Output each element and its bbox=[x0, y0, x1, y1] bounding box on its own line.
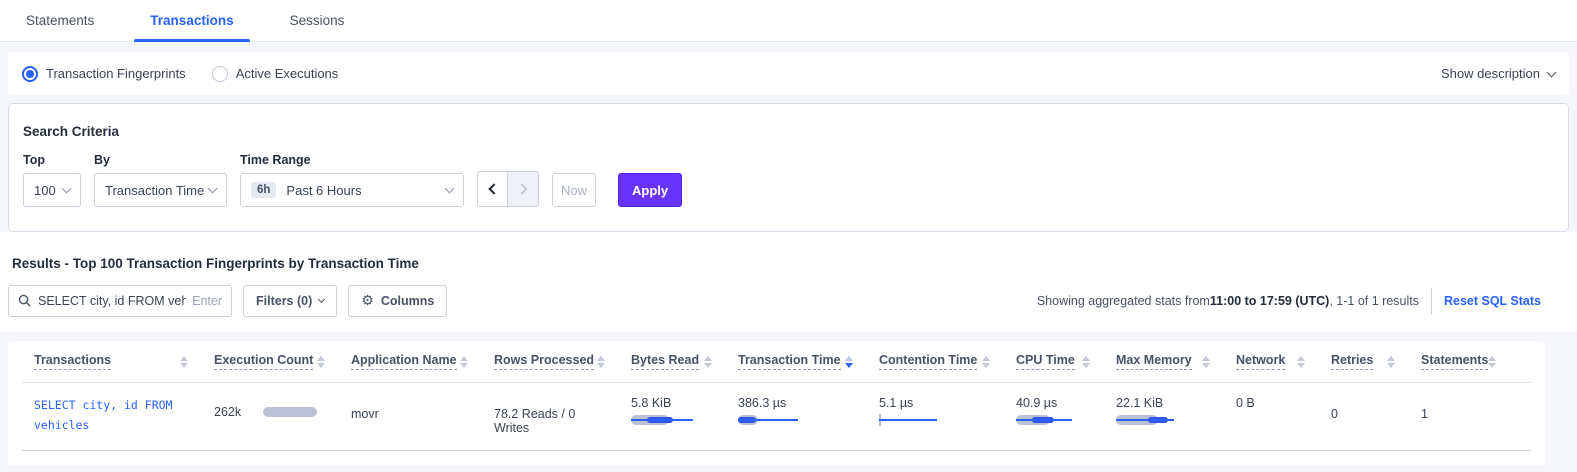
columns-label: Columns bbox=[381, 294, 434, 308]
apply-button[interactable]: Apply bbox=[618, 173, 682, 207]
radio-label: Active Executions bbox=[236, 66, 339, 81]
execution-count-bar bbox=[263, 407, 317, 417]
search-input[interactable]: SELECT city, id FROM vehicles W Enter bbox=[8, 285, 232, 317]
sort-icon[interactable] bbox=[460, 356, 468, 368]
chevron-down-icon bbox=[1547, 67, 1557, 77]
application-name-value: movr bbox=[351, 396, 494, 421]
radio-transaction-fingerprints[interactable]: Transaction Fingerprints bbox=[22, 66, 186, 82]
max-memory-value: 22.1 KiB bbox=[1116, 396, 1210, 410]
sort-icon[interactable] bbox=[1297, 356, 1305, 368]
rows-processed-value: 78.2 Reads / 0 Writes bbox=[494, 396, 631, 435]
column-header-transaction-time[interactable]: Transaction Time bbox=[738, 353, 879, 370]
by-select-value: Transaction Time bbox=[105, 183, 204, 198]
retries-value: 0 bbox=[1331, 396, 1421, 421]
search-icon bbox=[18, 294, 31, 307]
column-header-cpu-time[interactable]: CPU Time bbox=[1016, 353, 1116, 370]
radio-active-executions[interactable]: Active Executions bbox=[212, 66, 339, 82]
top-select[interactable]: 100 bbox=[23, 173, 81, 207]
chevron-left-icon bbox=[488, 183, 499, 194]
chevron-down-icon bbox=[318, 295, 325, 302]
column-header-execution-count[interactable]: Execution Count bbox=[214, 353, 351, 370]
gear-icon: ⚙ bbox=[361, 293, 374, 309]
column-header-bytes-read[interactable]: Bytes Read bbox=[631, 353, 738, 370]
transaction-time-bar bbox=[738, 415, 853, 427]
sort-icon[interactable] bbox=[704, 356, 712, 368]
columns-button[interactable]: ⚙ Columns bbox=[348, 285, 447, 317]
column-header-rows-processed[interactable]: Rows Processed bbox=[494, 353, 631, 370]
table-header-row: Transactions Execution Count Application… bbox=[22, 341, 1531, 383]
column-header-application-name[interactable]: Application Name bbox=[351, 353, 494, 370]
contention-time-bar bbox=[879, 415, 990, 427]
view-toggle-band: Transaction Fingerprints Active Executio… bbox=[8, 52, 1569, 95]
filters-button[interactable]: Filters (0) bbox=[243, 285, 337, 317]
chevron-down-icon bbox=[445, 184, 455, 194]
max-memory-bar bbox=[1116, 415, 1210, 427]
search-criteria-title: Search Criteria bbox=[23, 124, 1554, 139]
divider bbox=[1431, 288, 1432, 314]
column-header-statements[interactable]: Statements bbox=[1421, 353, 1516, 370]
sort-icon-descending[interactable] bbox=[845, 356, 853, 368]
transaction-fingerprint-link[interactable]: SELECT city, id FROM vehicles bbox=[34, 396, 199, 435]
cpu-time-bar bbox=[1016, 415, 1090, 427]
results-title: Results - Top 100 Transaction Fingerprin… bbox=[12, 256, 1577, 271]
bytes-read-bar bbox=[631, 415, 712, 427]
cpu-time-value: 40.9 µs bbox=[1016, 396, 1090, 410]
time-range-label: Time Range bbox=[240, 153, 464, 167]
reset-sql-stats-link[interactable]: Reset SQL Stats bbox=[1444, 294, 1541, 308]
tab-statements[interactable]: Statements bbox=[10, 0, 110, 41]
search-criteria-card: Search Criteria Top 100 By Transaction T… bbox=[8, 103, 1569, 232]
sort-icon[interactable] bbox=[1488, 356, 1496, 368]
time-range-value: Past 6 Hours bbox=[286, 183, 361, 198]
enter-hint: Enter bbox=[192, 294, 222, 308]
radio-selected-icon[interactable] bbox=[22, 66, 38, 82]
time-next-button[interactable] bbox=[508, 171, 539, 207]
radio-label: Transaction Fingerprints bbox=[46, 66, 186, 81]
radio-unselected-icon[interactable] bbox=[212, 66, 228, 82]
execution-count-value: 262k bbox=[214, 405, 241, 419]
stats-prefix: Showing aggregated stats from bbox=[1037, 294, 1210, 308]
tab-transactions[interactable]: Transactions bbox=[134, 0, 249, 41]
show-description-label: Show description bbox=[1441, 66, 1540, 81]
chevron-down-icon bbox=[62, 184, 72, 194]
table-row: SELECT city, id FROM vehicles 262k movr … bbox=[22, 383, 1531, 451]
sort-icon[interactable] bbox=[180, 356, 188, 368]
stats-summary: Showing aggregated stats from 11:00 to 1… bbox=[1037, 294, 1419, 308]
top-tab-bar: Statements Transactions Sessions bbox=[0, 0, 1577, 42]
tab-sessions[interactable]: Sessions bbox=[274, 0, 361, 41]
stats-suffix: , 1-1 of 1 results bbox=[1329, 294, 1419, 308]
top-label: Top bbox=[23, 153, 81, 167]
column-header-max-memory[interactable]: Max Memory bbox=[1116, 353, 1236, 370]
sort-icon[interactable] bbox=[1387, 356, 1395, 368]
transaction-time-value: 386.3 µs bbox=[738, 396, 853, 410]
sort-icon[interactable] bbox=[982, 356, 990, 368]
transactions-table: Transactions Execution Count Application… bbox=[8, 341, 1545, 466]
statements-value: 1 bbox=[1421, 396, 1516, 421]
top-select-value: 100 bbox=[34, 183, 56, 198]
now-button[interactable]: Now bbox=[552, 173, 596, 207]
column-header-contention-time[interactable]: Contention Time bbox=[879, 353, 1016, 370]
filters-label: Filters (0) bbox=[256, 294, 312, 308]
by-label: By bbox=[94, 153, 227, 167]
column-header-network[interactable]: Network bbox=[1236, 353, 1331, 370]
column-header-transactions[interactable]: Transactions bbox=[22, 353, 214, 370]
results-section: Results - Top 100 Transaction Fingerprin… bbox=[0, 232, 1577, 332]
search-input-value: SELECT city, id FROM vehicles W bbox=[38, 294, 186, 308]
by-select[interactable]: Transaction Time bbox=[94, 173, 227, 207]
sort-icon[interactable] bbox=[317, 356, 325, 368]
time-prev-button[interactable] bbox=[477, 171, 508, 207]
stats-period: 11:00 to 17:59 (UTC) bbox=[1210, 294, 1329, 308]
sort-icon[interactable] bbox=[1202, 356, 1210, 368]
time-range-badge: 6h bbox=[251, 182, 276, 198]
column-header-retries[interactable]: Retries bbox=[1331, 353, 1421, 370]
bytes-read-value: 5.8 KiB bbox=[631, 396, 712, 410]
chevron-right-icon bbox=[516, 183, 527, 194]
sort-icon[interactable] bbox=[597, 356, 605, 368]
time-range-select[interactable]: 6h Past 6 Hours bbox=[240, 173, 464, 207]
contention-time-value: 5.1 µs bbox=[879, 396, 990, 410]
show-description-toggle[interactable]: Show description bbox=[1441, 66, 1555, 81]
sort-icon[interactable] bbox=[1082, 356, 1090, 368]
chevron-down-icon bbox=[208, 184, 218, 194]
network-value: 0 B bbox=[1236, 396, 1331, 410]
